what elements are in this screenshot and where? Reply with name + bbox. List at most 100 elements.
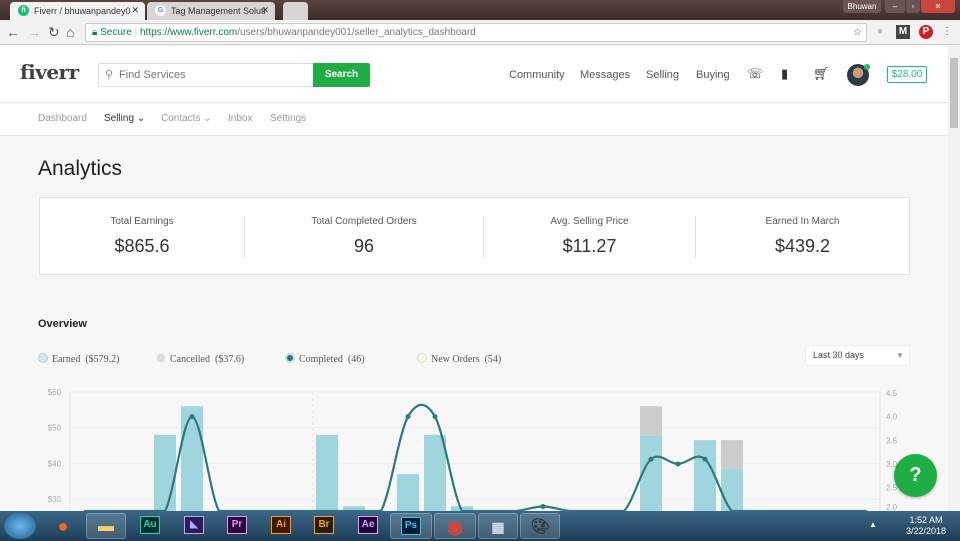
chevron-down-icon: ⌄ bbox=[136, 113, 146, 124]
close-window-icon[interactable]: ✕ bbox=[921, 0, 955, 13]
nav-community[interactable]: Community bbox=[509, 69, 565, 81]
legend-swatch-icon bbox=[285, 353, 295, 363]
windows-taskbar: ● ▬ Au ◣ Pr Ai Br Ae Ps ◉ ▦ 🎨︎ ▲ 1:52 AM… bbox=[0, 511, 960, 541]
after-effects-icon[interactable]: Ae bbox=[350, 513, 386, 539]
date-range-select[interactable]: Last 30 days ▼ bbox=[805, 345, 910, 366]
system-clock[interactable]: 1:52 AM 3/22/2018 bbox=[906, 515, 946, 537]
legend-completed[interactable]: Completed (46) bbox=[285, 353, 365, 365]
google-favicon-icon: G bbox=[155, 5, 166, 16]
right-tick-label: 4.5 bbox=[886, 389, 898, 398]
app-label: Pr bbox=[227, 516, 247, 535]
stat-value: $439.2 bbox=[774, 236, 831, 256]
legend-label: New Orders bbox=[431, 354, 480, 365]
bookmark-star-icon[interactable]: ☆ bbox=[853, 24, 862, 41]
address-bar[interactable]: 🔒︎ Secure | https://www.fiverr.com/users… bbox=[85, 23, 867, 42]
forward-icon[interactable]: → bbox=[27, 24, 41, 40]
calculator-icon[interactable]: ▦ bbox=[478, 513, 518, 539]
scrollbar-thumb[interactable] bbox=[950, 58, 958, 128]
stat-value: $11.27 bbox=[562, 236, 617, 256]
browser-titlebar: fi Fiverr / bhuwanpandey0 ✕ G Tag Manage… bbox=[0, 0, 960, 20]
extension-icon[interactable]: ● bbox=[873, 25, 887, 39]
completed-point bbox=[432, 414, 438, 420]
tab-fiverr[interactable]: fi Fiverr / bhuwanpandey0 ✕ bbox=[10, 2, 145, 20]
page-scrollbar[interactable] bbox=[948, 46, 960, 511]
contacts-icon[interactable]: ☏ bbox=[747, 66, 763, 82]
site-header: fiverr ⚲ Find Services Search Community … bbox=[0, 46, 948, 103]
app-label: Au bbox=[140, 516, 160, 535]
stat-value: $865.6 bbox=[114, 236, 170, 256]
legend-cancelled[interactable]: Cancelled ($37.6) bbox=[156, 353, 244, 365]
legend-earned[interactable]: Earned ($579.2) bbox=[38, 353, 120, 365]
lock-icon: 🔒︎ bbox=[92, 27, 98, 38]
pinterest-icon[interactable]: P bbox=[919, 25, 933, 39]
premiere-icon[interactable]: Pr bbox=[219, 513, 255, 539]
fiverr-logo[interactable]: fiverr bbox=[20, 60, 79, 84]
nav-buying[interactable]: Buying bbox=[696, 69, 730, 81]
subnav-dashboard[interactable]: Dashboard bbox=[38, 113, 87, 124]
completed-point bbox=[675, 461, 681, 467]
tray-expand-icon[interactable]: ▲ bbox=[869, 520, 877, 529]
url-path: /users/bhuwanpandey001/seller_analytics_… bbox=[237, 27, 476, 38]
stats-panel: Total Earnings $865.6 Total Completed Ord… bbox=[39, 197, 910, 275]
subnav-settings[interactable]: Settings bbox=[270, 113, 306, 124]
chevron-down-icon: ⌄ bbox=[203, 113, 212, 124]
search-icon: ⚲ bbox=[105, 69, 114, 81]
back-icon[interactable]: ← bbox=[6, 24, 20, 40]
subnav-selling[interactable]: Selling ⌄ bbox=[104, 113, 145, 124]
legend-swatch-icon bbox=[156, 353, 166, 363]
nav-selling[interactable]: Selling bbox=[646, 69, 679, 81]
stat-total-earnings: Total Earnings $865.6 bbox=[40, 198, 244, 274]
start-button[interactable] bbox=[4, 513, 36, 539]
nav-messages[interactable]: Messages bbox=[580, 69, 630, 81]
stat-earned-march: Earned In March $439.2 bbox=[696, 198, 909, 274]
search-button[interactable]: Search bbox=[313, 63, 370, 87]
analytics-bar-icon[interactable]: ▮ bbox=[781, 66, 788, 82]
clock-time: 1:52 AM bbox=[909, 515, 943, 525]
date-range-value: Last 30 days bbox=[813, 350, 865, 360]
search-input[interactable]: ⚲ Find Services bbox=[98, 63, 314, 87]
right-tick-label: 3.5 bbox=[886, 436, 898, 445]
gmail-m-icon[interactable]: M bbox=[896, 25, 910, 39]
photoshop-icon[interactable]: Ps bbox=[390, 513, 432, 539]
subnav-label: Contacts bbox=[161, 113, 201, 124]
subnav-contacts[interactable]: Contacts ⌄ bbox=[161, 113, 212, 124]
paint-icon[interactable]: 🎨︎ bbox=[520, 513, 560, 539]
completed-point bbox=[540, 504, 546, 510]
animate-icon[interactable]: ◣ bbox=[176, 513, 212, 539]
earned-bar bbox=[154, 434, 176, 511]
close-tab-icon[interactable]: ✕ bbox=[261, 5, 269, 16]
overview-heading: Overview bbox=[38, 318, 87, 330]
audition-icon[interactable]: Au bbox=[132, 513, 168, 539]
close-tab-icon[interactable]: ✕ bbox=[131, 5, 139, 16]
subnav-inbox[interactable]: Inbox bbox=[228, 113, 252, 124]
online-status-icon bbox=[864, 64, 870, 70]
menu-dots-icon[interactable]: ⋮ bbox=[940, 25, 954, 39]
legend-value: ($37.6) bbox=[214, 354, 245, 365]
file-explorer-icon[interactable]: ▬ bbox=[86, 513, 126, 539]
avatar[interactable] bbox=[847, 64, 870, 86]
legend-value: (54) bbox=[484, 354, 502, 365]
completed-point bbox=[405, 414, 411, 420]
cart-icon[interactable]: 🛒︎ bbox=[813, 66, 830, 82]
firefox-icon[interactable]: ● bbox=[45, 513, 81, 539]
clock-date: 3/22/2018 bbox=[905, 526, 946, 536]
subnav-label: Selling bbox=[104, 113, 135, 124]
restore-icon[interactable]: ▫ bbox=[906, 0, 920, 13]
bridge-icon[interactable]: Br bbox=[306, 513, 342, 539]
profile-button[interactable]: Bhuwan bbox=[843, 0, 881, 13]
tab-tag-management[interactable]: G Tag Management Soluti ✕ bbox=[147, 2, 275, 20]
left-tick-label: $60 bbox=[48, 388, 62, 397]
tab-label: Fiverr / bhuwanpandey0 bbox=[34, 6, 131, 16]
legend-label: Earned bbox=[52, 354, 81, 365]
reload-icon[interactable]: ↻ bbox=[48, 24, 60, 41]
home-icon[interactable]: ⌂ bbox=[66, 24, 74, 40]
minimize-icon[interactable]: – bbox=[885, 0, 905, 13]
help-button[interactable]: ? bbox=[894, 454, 937, 497]
new-tab-button[interactable] bbox=[283, 2, 308, 20]
earned-bar bbox=[316, 434, 338, 511]
balance-badge[interactable]: $28.00 bbox=[887, 66, 927, 83]
illustrator-icon[interactable]: Ai bbox=[263, 513, 299, 539]
legend-new-orders[interactable]: New Orders (54) bbox=[417, 353, 501, 365]
right-tick-label: 2.0 bbox=[886, 503, 898, 511]
chrome-icon[interactable]: ◉ bbox=[434, 513, 476, 539]
